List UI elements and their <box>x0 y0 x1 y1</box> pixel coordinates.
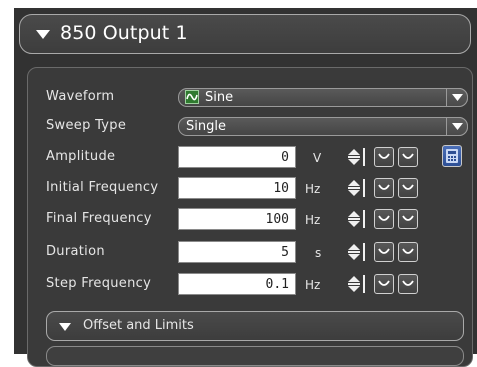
final-frequency-unit: Hz <box>305 213 321 227</box>
calculator-icon <box>446 149 458 163</box>
next-subsection-header[interactable] <box>46 346 464 366</box>
duration-stepper[interactable] <box>346 242 372 262</box>
final-frequency-decrement-button[interactable] <box>398 209 418 229</box>
duration-increment-button[interactable] <box>374 242 394 262</box>
step-frequency-increment-button[interactable] <box>374 274 394 294</box>
initial-frequency-decrement-button[interactable] <box>398 178 418 198</box>
initial-frequency-increment-button[interactable] <box>374 178 394 198</box>
offset-and-limits-header[interactable]: Offset and Limits <box>46 311 464 341</box>
subsection-title: Offset and Limits <box>83 318 194 333</box>
duration-decrement-button[interactable] <box>398 242 418 262</box>
amplitude-increment-button[interactable] <box>374 147 394 167</box>
amplitude-stepper[interactable] <box>346 147 372 167</box>
collapse-triangle-icon <box>59 323 71 331</box>
waveform-dropdown-arrow[interactable] <box>446 88 468 107</box>
initial-frequency-stepper[interactable] <box>346 178 372 198</box>
sweep-type-label: Sweep Type <box>46 118 127 133</box>
amplitude-input[interactable]: 0 <box>178 146 296 168</box>
initial-frequency-unit: Hz <box>305 182 321 196</box>
waveform-dropdown[interactable]: Sine <box>178 88 468 107</box>
duration-label: Duration <box>46 244 105 259</box>
sweep-type-value: Single <box>186 119 226 134</box>
final-frequency-label: Final Frequency <box>46 211 152 226</box>
step-frequency-decrement-button[interactable] <box>398 274 418 294</box>
sweep-type-dropdown[interactable]: Single <box>178 117 468 136</box>
calculator-button[interactable] <box>442 145 462 167</box>
waveform-value: Sine <box>205 90 234 105</box>
step-frequency-label: Step Frequency <box>46 276 152 291</box>
final-frequency-increment-button[interactable] <box>374 209 394 229</box>
section-title: 850 Output 1 <box>60 22 188 44</box>
step-frequency-unit: Hz <box>305 278 321 292</box>
output-section-header[interactable]: 850 Output 1 <box>19 14 471 54</box>
initial-frequency-label: Initial Frequency <box>46 180 159 195</box>
sweep-type-dropdown-arrow[interactable] <box>446 117 468 136</box>
duration-unit: s <box>315 246 322 260</box>
duration-input[interactable]: 5 <box>178 241 296 263</box>
sine-wave-icon <box>185 90 199 104</box>
amplitude-decrement-button[interactable] <box>398 147 418 167</box>
collapse-triangle-icon <box>36 30 50 39</box>
waveform-label: Waveform <box>46 89 115 104</box>
final-frequency-stepper[interactable] <box>346 209 372 229</box>
final-frequency-input[interactable]: 100 <box>178 208 296 230</box>
amplitude-unit: V <box>313 151 322 165</box>
step-frequency-input[interactable]: 0.1 <box>178 273 296 295</box>
amplitude-label: Amplitude <box>46 149 116 164</box>
initial-frequency-input[interactable]: 10 <box>178 177 296 199</box>
step-frequency-stepper[interactable] <box>346 274 372 294</box>
